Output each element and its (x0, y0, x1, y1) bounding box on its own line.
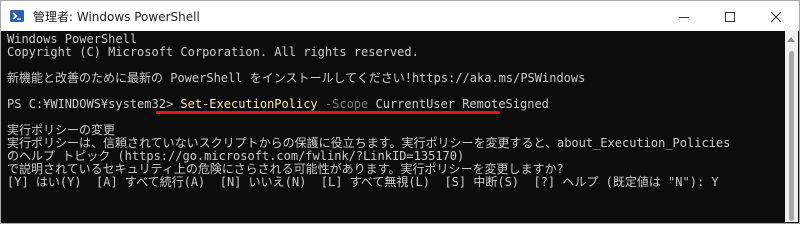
prompt: PS C:¥WINDOWS¥system32> (7, 97, 181, 111)
minimize-icon (679, 7, 689, 26)
maximize-button[interactable] (707, 1, 753, 31)
install-message: 新機能と改善のために最新の PowerShell をインストールしてください!h… (7, 71, 586, 85)
choices-line: [Y] はい(Y) [A] すべて続行(A) [N] いいえ(N) [L] すべ… (7, 175, 719, 189)
minimize-button[interactable] (661, 1, 707, 31)
vertical-scrollbar[interactable] (785, 31, 798, 222)
powershell-window: 管理者: Windows PowerShell Windows PowerShe… (0, 0, 800, 224)
header-line-2: Copyright (C) Microsoft Corporation. All… (7, 45, 419, 59)
command-arguments: CurrentUser RemoteSigned (375, 97, 549, 111)
window-controls (661, 1, 799, 31)
powershell-icon (9, 8, 25, 24)
close-button[interactable] (753, 1, 799, 31)
command-highlight-underline (156, 111, 500, 114)
scroll-up-arrow-icon[interactable] (787, 37, 795, 42)
command-line: PS C:¥WINDOWS¥system32> Set-ExecutionPol… (7, 98, 785, 111)
cmdlet-name: Set-ExecutionPolicy (180, 97, 318, 111)
close-icon (770, 7, 782, 26)
maximize-icon (725, 7, 735, 26)
console-output[interactable]: Windows PowerShell Copyright (C) Microso… (2, 31, 785, 222)
title-bar[interactable]: 管理者: Windows PowerShell (1, 1, 799, 31)
window-title: 管理者: Windows PowerShell (33, 9, 200, 24)
scope-parameter: -Scope (324, 97, 369, 111)
scroll-thumb[interactable] (789, 51, 794, 221)
